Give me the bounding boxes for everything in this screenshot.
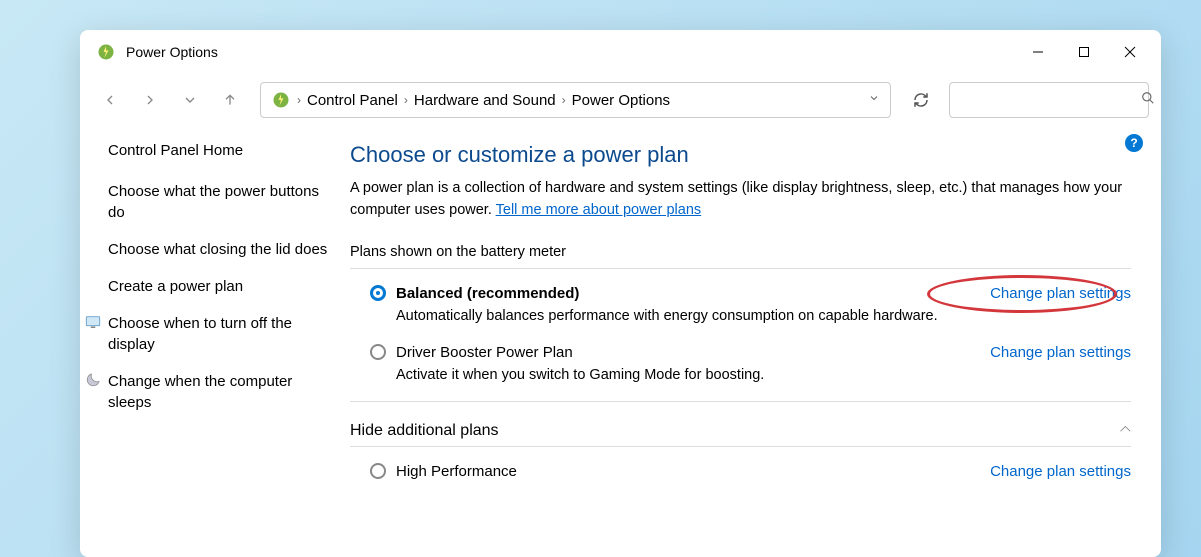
divider [350,401,1131,402]
section-label-hidden: Hide additional plans [350,422,499,440]
divider [350,446,1131,447]
search-box[interactable] [949,82,1149,118]
breadcrumb-item[interactable]: Hardware and Sound [414,92,556,109]
search-input[interactable] [960,92,1141,108]
sidebar-link-power-buttons[interactable]: Choose what the power buttons do [108,181,332,223]
change-plan-settings-link[interactable]: Change plan settings [990,463,1131,480]
plan-name[interactable]: Driver Booster Power Plan [396,344,573,361]
breadcrumb-item[interactable]: Power Options [572,92,670,109]
titlebar: Power Options [80,30,1161,74]
page-description: A power plan is a collection of hardware… [350,178,1131,222]
sidebar-link-turn-off-display[interactable]: Choose when to turn off the display [108,313,332,355]
radio-balanced[interactable] [370,285,386,301]
display-icon [84,313,102,331]
sidebar-link-closing-lid[interactable]: Choose what closing the lid does [108,239,332,260]
change-plan-settings-link[interactable]: Change plan settings [990,285,1131,302]
up-button[interactable] [212,82,248,118]
power-plan-high-performance: High Performance Change plan settings [350,461,1131,504]
radio-high-performance[interactable] [370,463,386,479]
plan-description: Automatically balances performance with … [396,308,990,324]
chevron-down-icon[interactable] [868,91,880,109]
main-panel: Choose or customize a power plan A power… [340,126,1161,557]
divider [350,268,1131,269]
chevron-up-icon: ⌵ [1120,422,1131,439]
content-area: ? Control Panel Home Choose what the pow… [80,126,1161,557]
help-button[interactable]: ? [1125,134,1143,152]
chevron-right-icon: › [562,93,566,107]
refresh-button[interactable] [903,82,939,118]
power-plan-balanced: Balanced (recommended) Automatically bal… [350,283,1131,342]
breadcrumb-item[interactable]: Control Panel [307,92,398,109]
page-heading: Choose or customize a power plan [350,142,1131,168]
plan-name[interactable]: High Performance [396,463,517,480]
control-panel-window: Power Options › Control Panel › Hardware… [80,30,1161,557]
sidebar: Control Panel Home Choose what the power… [80,126,340,557]
sidebar-link-computer-sleeps[interactable]: Change when the computer sleeps [108,371,332,413]
navigation-bar: › Control Panel › Hardware and Sound › P… [80,74,1161,126]
plan-description: Activate it when you switch to Gaming Mo… [396,367,990,383]
minimize-button[interactable] [1015,34,1061,70]
forward-button[interactable] [132,82,168,118]
recent-dropdown[interactable] [172,82,208,118]
maximize-button[interactable] [1061,34,1107,70]
chevron-right-icon: › [297,93,301,107]
moon-icon [84,371,102,389]
close-button[interactable] [1107,34,1153,70]
hide-additional-plans-toggle[interactable]: Hide additional plans ⌵ [350,416,1131,446]
learn-more-link[interactable]: Tell me more about power plans [496,202,702,218]
breadcrumb[interactable]: › Control Panel › Hardware and Sound › P… [260,82,891,118]
window-controls [1015,34,1153,70]
section-label-shown: Plans shown on the battery meter [350,244,1131,260]
power-plan-driver-booster: Driver Booster Power Plan Activate it wh… [350,342,1131,401]
back-button[interactable] [92,82,128,118]
breadcrumb-icon [271,90,291,110]
power-options-icon [96,42,116,62]
window-title: Power Options [126,44,1015,60]
chevron-right-icon: › [404,93,408,107]
change-plan-settings-link[interactable]: Change plan settings [990,344,1131,361]
search-icon[interactable] [1141,91,1155,110]
sidebar-link-create-plan[interactable]: Create a power plan [108,276,332,297]
control-panel-home-link[interactable]: Control Panel Home [108,142,332,159]
radio-driver-booster[interactable] [370,344,386,360]
plan-name[interactable]: Balanced (recommended) [396,285,579,302]
